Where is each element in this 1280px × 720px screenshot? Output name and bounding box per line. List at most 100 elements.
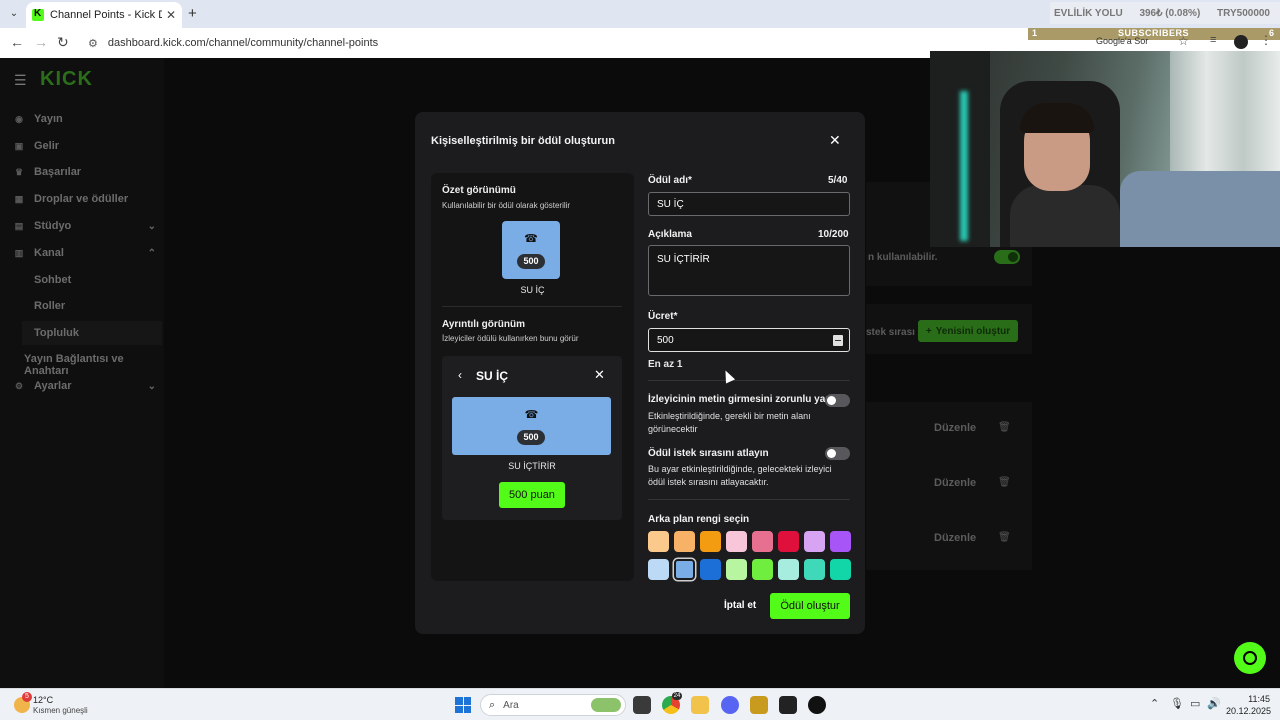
weather-widget[interactable]: 5 12°C Kısmen güneşli [14,692,94,718]
number-stepper-icon[interactable] [833,335,843,346]
trash-icon[interactable]: 🗑 [998,422,1011,433]
revenue-icon: ▣ [14,140,24,151]
trash-icon[interactable]: 🗑 [998,532,1011,543]
color-swatch[interactable] [830,531,851,552]
sidebar-item-gelir[interactable]: ▣ Gelir [12,140,162,152]
redeem-button[interactable]: 500 puan [499,482,565,508]
color-swatch[interactable] [778,531,799,552]
chevron-down-icon[interactable]: ⌄ [148,381,156,392]
hamburger-icon[interactable]: ☰ [14,72,27,89]
tab-search-icon[interactable]: ⌄ [6,6,22,22]
file-explorer-icon[interactable] [691,696,709,714]
color-swatch[interactable] [700,531,721,552]
sidebar-item-studyo[interactable]: ▤ Stüdyo ⌄ [12,220,162,232]
chrome-badge: 24 [672,692,682,700]
color-swatch[interactable] [674,531,695,552]
color-swatch[interactable] [752,559,773,580]
rockstar-launcher-icon[interactable] [750,696,768,714]
sidebar-item-roller[interactable]: Roller [34,300,65,312]
cam-person-hair [1020,103,1094,133]
close-icon[interactable]: ✕ [594,367,605,383]
windows-start-icon[interactable] [455,697,471,713]
summary-title: Özet görünümü [442,185,516,196]
kick-logo: KICK [40,68,93,90]
sidebar-item-kanal[interactable]: ▥ Kanal ⌃ [12,247,162,259]
sidebar-item-yayin[interactable]: ◉ Yayın [12,113,162,125]
sidebar-item-basarilar[interactable]: ♛ Başarılar [12,166,162,178]
clock-time: 11:45 [1248,694,1270,704]
color-label: Arka plan rengi seçin [648,514,750,525]
phone-icon: ☎ [524,233,538,245]
discord-icon[interactable] [721,696,739,714]
system-clock[interactable]: 11:45 20.12.2025 [1226,693,1271,717]
chevron-up-icon[interactable]: ⌃ [1150,697,1159,710]
studio-icon: ▤ [14,220,24,231]
google-ask-button[interactable]: Google'a Sor [1096,36,1148,46]
color-swatch[interactable] [752,531,773,552]
taskbar-search[interactable]: ⌕ Ara [480,694,626,716]
color-swatch[interactable] [726,531,747,552]
ticker-item: EVLİLİK YOLU [1054,7,1123,19]
cam-curtain [1170,51,1280,181]
create-reward-modal: Kişiselleştirilmiş bir ödül oluşturun ✕ … [415,112,865,634]
bookmark-star-icon[interactable]: ☆ [1178,34,1189,48]
obs-monitor-icon[interactable] [779,696,797,714]
require-text-toggle[interactable] [825,394,850,407]
media-controls-icon[interactable]: ≡ [1210,34,1216,46]
require-text-label: İzleyicinin metin girmesini zorunlu yap [648,394,832,405]
new-tab-icon[interactable]: + [188,5,197,22]
trash-icon[interactable]: 🗑 [998,477,1011,488]
color-swatch[interactable] [778,559,799,580]
color-swatch[interactable] [804,559,825,580]
menu-dots-icon[interactable]: ⋮ [1260,33,1272,47]
url-text: dashboard.kick.com/channel/community/cha… [107,37,379,49]
new-reward-button[interactable]: + Yenisini oluştur [918,320,1018,342]
color-swatch[interactable] [700,559,721,580]
cam-led-strip [960,91,968,241]
bg-toggle[interactable] [994,250,1020,264]
support-chat-button[interactable] [1234,642,1266,674]
color-swatch[interactable] [726,559,747,580]
tab-bar: ⌄ Channel Points - Kick Dashboard ✕ + EV… [0,0,1280,28]
cost-input[interactable]: 500 [648,328,850,352]
create-reward-button[interactable]: Ödül oluştur [770,593,850,619]
reward-name-input[interactable]: SU İÇ [648,192,850,216]
obs-icon[interactable] [808,696,826,714]
description-textarea[interactable]: SU İÇTİRİR [648,245,850,296]
tab-close-icon[interactable]: ✕ [166,8,176,22]
chevron-down-icon[interactable]: ⌄ [148,221,156,232]
color-swatch[interactable] [804,531,825,552]
edit-button[interactable]: Düzenle [934,422,976,434]
sidebar-item-droplar[interactable]: ▦ Droplar ve ödüller [12,193,162,205]
close-icon[interactable]: ✕ [829,132,841,149]
forward-icon[interactable]: → [34,34,48,50]
tab-channel-points[interactable]: Channel Points - Kick Dashboard ✕ [26,2,182,28]
new-reward-label: Yenisini oluştur [935,325,1011,337]
avatar[interactable] [1234,35,1248,49]
color-swatch[interactable] [648,559,669,580]
reload-icon[interactable]: ↻ [57,34,69,51]
sidebar-item-sohbet[interactable]: Sohbet [34,274,71,286]
chevron-left-icon[interactable]: ‹ [458,368,462,382]
search-highlight-image [591,698,621,712]
site-info-icon[interactable]: ⚙ [88,37,98,50]
cancel-button[interactable]: İptal et [724,600,756,611]
skip-queue-toggle[interactable] [825,447,850,460]
back-icon[interactable]: ← [10,34,24,50]
reward-card-small: ☎ 500 [502,221,560,279]
sidebar-item-stream-key[interactable]: Yayın Bağlantısı ve Anahtarı [24,353,164,377]
color-swatch[interactable] [648,531,669,552]
sidebar-item-ayarlar[interactable]: ⚙ Ayarlar ⌄ [12,380,162,392]
name-label: Ödül adı* [648,175,692,186]
color-swatch[interactable] [674,559,695,580]
volume-icon[interactable]: 🔊 [1207,697,1221,710]
edit-button[interactable]: Düzenle [934,477,976,489]
url-field[interactable]: ⚙ dashboard.kick.com/channel/community/c… [80,31,1070,55]
microphone-icon[interactable]: 🎙 [1170,697,1184,710]
color-swatch[interactable] [830,559,851,580]
network-icon[interactable]: ▭ [1190,697,1200,710]
task-view-icon[interactable] [633,696,651,714]
sidebar-item-topluluk[interactable]: Topluluk [34,327,79,339]
edit-button[interactable]: Düzenle [934,532,976,544]
chevron-up-icon[interactable]: ⌃ [148,248,156,259]
